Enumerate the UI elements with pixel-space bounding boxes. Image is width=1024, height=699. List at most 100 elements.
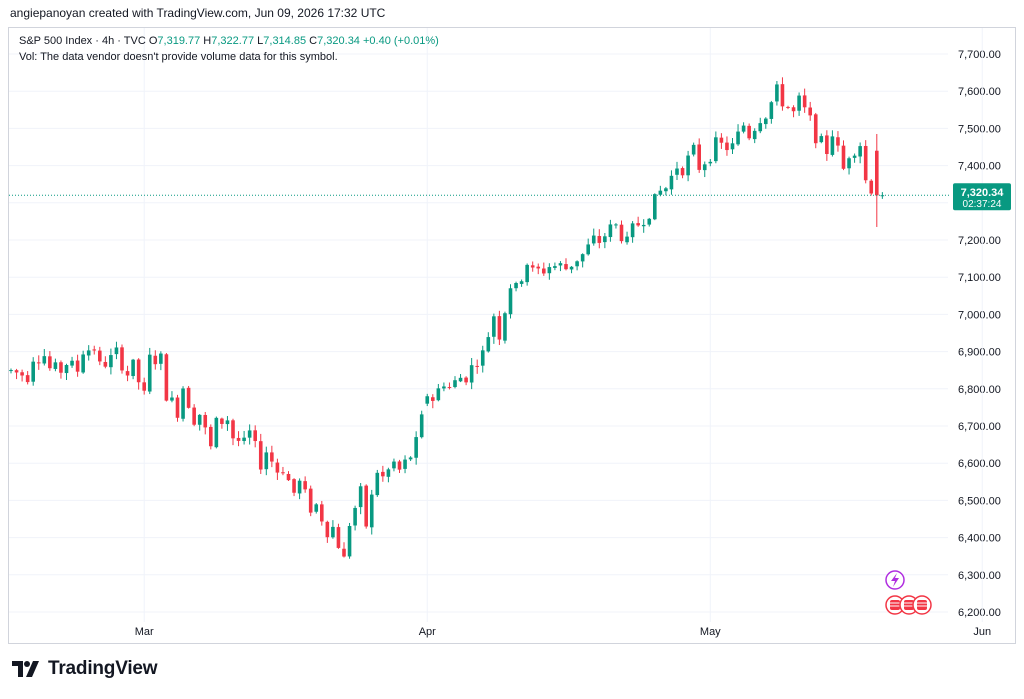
candle-body[interactable] [752, 130, 757, 140]
candle-body[interactable] [863, 145, 868, 181]
candle-body[interactable] [786, 106, 790, 108]
candle-body[interactable] [70, 360, 74, 366]
candle-body[interactable] [603, 236, 607, 243]
candle-body[interactable] [736, 131, 740, 145]
candle-body[interactable] [647, 218, 652, 225]
candle-body[interactable] [686, 155, 690, 176]
candle-body[interactable] [608, 224, 613, 238]
candle-body[interactable] [31, 361, 35, 382]
candle-body[interactable] [408, 457, 413, 460]
candle-body[interactable] [691, 144, 696, 155]
candle-body[interactable] [64, 364, 69, 374]
candle-body[interactable] [764, 118, 768, 125]
candle-body[interactable] [664, 188, 668, 192]
candle-body[interactable] [308, 488, 313, 513]
candle-body[interactable] [48, 356, 52, 369]
candle-body[interactable] [264, 452, 269, 470]
candle-body[interactable] [636, 223, 640, 226]
candle-body[interactable] [159, 353, 163, 364]
candle-body[interactable] [142, 382, 146, 391]
candle-body[interactable] [397, 461, 402, 470]
candle-body[interactable] [619, 224, 624, 242]
candle-body[interactable] [508, 288, 513, 315]
candle-body[interactable] [203, 414, 208, 428]
candle-body[interactable] [114, 347, 119, 355]
candle-body[interactable] [486, 337, 491, 352]
candle-body[interactable] [109, 355, 113, 368]
candle-body[interactable] [808, 107, 812, 116]
candle-body[interactable] [875, 150, 879, 196]
candle-body[interactable] [403, 459, 407, 469]
candle-body[interactable] [419, 414, 424, 438]
candle-body[interactable] [442, 386, 446, 389]
candle-body[interactable] [797, 95, 801, 111]
candle-body[interactable] [220, 418, 224, 424]
candle-body[interactable] [825, 135, 829, 155]
candle-body[interactable] [336, 527, 341, 548]
candle-body[interactable] [858, 146, 862, 157]
candle-body[interactable] [841, 145, 846, 169]
candle-body[interactable] [519, 281, 524, 284]
candle-body[interactable] [125, 371, 130, 376]
candle-body[interactable] [564, 264, 568, 270]
candle-body[interactable] [475, 365, 479, 367]
candle-body[interactable] [320, 504, 324, 522]
candle-body[interactable] [20, 372, 24, 376]
candle-body[interactable] [98, 350, 102, 362]
candle-body[interactable] [42, 356, 47, 364]
candle-body[interactable] [231, 420, 235, 439]
candle-body[interactable] [492, 316, 496, 337]
candle-body[interactable] [131, 359, 135, 377]
candle-body[interactable] [253, 430, 257, 442]
candle-body[interactable] [214, 417, 219, 448]
candle-body[interactable] [270, 452, 274, 462]
candle-body[interactable] [92, 349, 97, 351]
candle-body[interactable] [147, 354, 152, 392]
candle-body[interactable] [741, 125, 746, 132]
candle-body[interactable] [480, 350, 485, 366]
candle-body[interactable] [653, 194, 657, 220]
candle-body[interactable] [469, 365, 474, 383]
candle-body[interactable] [503, 313, 507, 341]
candle-body[interactable] [586, 244, 590, 255]
candle-body[interactable] [525, 264, 529, 283]
candle-body[interactable] [453, 380, 457, 388]
candle-body[interactable] [680, 168, 685, 176]
candle-body[interactable] [81, 354, 85, 373]
candle-body[interactable] [25, 375, 30, 383]
candle-body[interactable] [542, 268, 546, 274]
candle-body[interactable] [819, 136, 824, 143]
candle-body[interactable] [153, 355, 158, 365]
candle-body[interactable] [669, 175, 674, 190]
candle-body[interactable] [286, 473, 291, 481]
candle-body[interactable] [775, 84, 779, 102]
candle-body[interactable] [641, 224, 646, 227]
candle-body[interactable] [431, 397, 435, 401]
candle-body[interactable] [197, 414, 202, 425]
candle-body[interactable] [514, 283, 518, 289]
candle-body[interactable] [375, 472, 380, 496]
candle-body[interactable] [425, 396, 430, 404]
candle-body[interactable] [381, 471, 385, 477]
candle-body[interactable] [591, 235, 596, 244]
candle-body[interactable] [658, 190, 663, 195]
candle-body[interactable] [258, 441, 263, 470]
candle-body[interactable] [758, 123, 763, 132]
candle-body[interactable] [708, 161, 713, 164]
candle-body[interactable] [186, 387, 191, 408]
candle-body[interactable] [353, 507, 357, 526]
candle-body[interactable] [747, 125, 751, 139]
candle-body[interactable] [725, 142, 729, 151]
candle-body[interactable] [714, 137, 718, 162]
legend-symbol[interactable]: S&P 500 Index · 4h · TVC [19, 35, 146, 47]
candle-body[interactable] [86, 350, 91, 356]
candle-body[interactable] [164, 354, 169, 401]
candle-body[interactable] [497, 316, 502, 340]
candle-body[interactable] [170, 397, 174, 401]
candle-body[interactable] [225, 420, 230, 425]
candle-body[interactable] [813, 114, 818, 144]
candle-body[interactable] [630, 223, 635, 238]
candle-body[interactable] [103, 361, 108, 367]
candle-body[interactable] [347, 526, 352, 557]
candle-body[interactable] [553, 266, 557, 268]
